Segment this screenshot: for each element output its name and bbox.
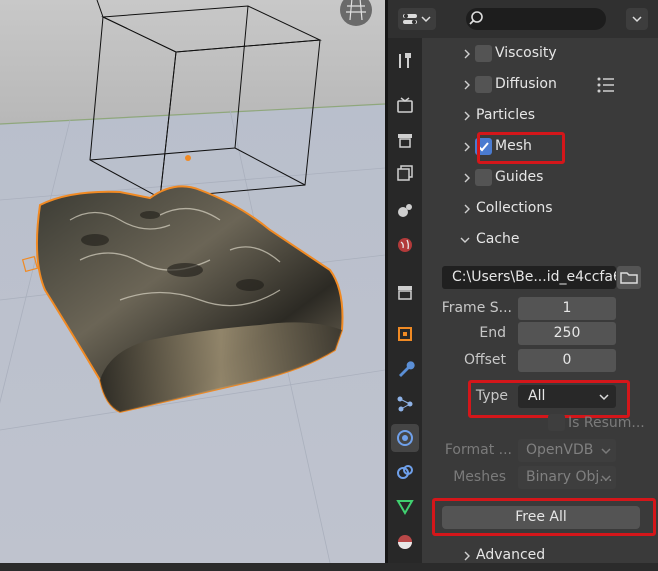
properties-header bbox=[388, 0, 658, 38]
subpanel-cache[interactable]: Cache bbox=[422, 225, 658, 255]
format-meshes-label: Meshes bbox=[453, 469, 506, 485]
list-options-icon[interactable] bbox=[596, 76, 616, 94]
frame-offset-field[interactable]: 0 bbox=[518, 349, 616, 372]
folder-icon bbox=[620, 272, 638, 284]
view-layer-icon bbox=[397, 165, 413, 181]
editor-type-icon bbox=[403, 14, 431, 24]
properties-editor: Viscosity Diffusion Particles Mesh Guide… bbox=[388, 0, 658, 563]
is-resumable-label: Is Resum... bbox=[568, 415, 645, 431]
tab-scene[interactable] bbox=[391, 196, 419, 224]
tab-physics[interactable] bbox=[391, 424, 419, 452]
tool-icon bbox=[399, 53, 411, 68]
search-icon bbox=[469, 11, 483, 25]
tab-collection[interactable] bbox=[391, 278, 419, 306]
tab-data[interactable] bbox=[391, 493, 419, 521]
data-icon bbox=[396, 500, 414, 515]
tab-material[interactable] bbox=[391, 528, 419, 556]
format-volumes-value: OpenVDB bbox=[526, 442, 594, 458]
subpanel-particles[interactable]: Particles bbox=[422, 101, 658, 131]
3d-viewport[interactable] bbox=[0, 0, 385, 563]
chevron-right-icon bbox=[464, 204, 470, 214]
viscosity-checkbox[interactable] bbox=[475, 45, 492, 62]
tab-object[interactable] bbox=[391, 320, 419, 348]
subpanel-viscosity[interactable]: Viscosity bbox=[422, 39, 658, 69]
chevron-right-icon bbox=[464, 142, 470, 152]
frame-start-field[interactable]: 1 bbox=[518, 297, 616, 320]
cache-directory-field[interactable]: C:\Users\Be...id_e4ccfa63 bbox=[442, 266, 616, 289]
chevron-down-icon bbox=[632, 16, 642, 23]
output-icon bbox=[398, 134, 412, 148]
guides-checkbox[interactable] bbox=[475, 169, 492, 186]
subpanel-label: Cache bbox=[476, 231, 520, 247]
physics-icon bbox=[397, 430, 413, 446]
tab-output[interactable] bbox=[391, 126, 419, 154]
tab-render[interactable] bbox=[391, 91, 419, 119]
chevron-right-icon bbox=[464, 80, 470, 90]
frame-end-label: End bbox=[479, 325, 506, 341]
subpanel-label: Guides bbox=[495, 169, 544, 185]
tab-view-layer[interactable] bbox=[391, 159, 419, 187]
subpanel-label: Collections bbox=[476, 200, 553, 216]
browse-folder-button[interactable] bbox=[617, 266, 641, 289]
subpanel-advanced[interactable]: Advanced bbox=[422, 541, 658, 571]
chevron-right-icon bbox=[464, 49, 470, 59]
subpanel-label: Diffusion bbox=[495, 76, 557, 92]
is-resumable-checkbox[interactable] bbox=[548, 414, 565, 431]
render-icon bbox=[397, 97, 413, 113]
chevron-right-icon bbox=[464, 173, 470, 183]
highlight-free-all bbox=[432, 498, 656, 536]
format-volumes-label: Format ... bbox=[444, 442, 512, 458]
viewport-scene bbox=[0, 0, 385, 563]
chevron-right-icon bbox=[464, 551, 470, 561]
diffusion-checkbox[interactable] bbox=[475, 76, 492, 93]
options-dropdown-button[interactable] bbox=[626, 8, 648, 30]
highlight-mesh bbox=[477, 132, 565, 164]
chevron-right-icon bbox=[464, 111, 470, 121]
frame-start-label: Frame S... bbox=[441, 300, 512, 316]
chevron-down-icon bbox=[460, 237, 470, 243]
collection-icon bbox=[398, 286, 412, 300]
fluid-settings-panel: Viscosity Diffusion Particles Mesh Guide… bbox=[422, 38, 658, 563]
material-icon bbox=[398, 535, 412, 549]
modifier-icon bbox=[399, 361, 415, 377]
editor-type-button[interactable] bbox=[398, 8, 436, 30]
chevron-down-icon bbox=[601, 475, 611, 482]
subpanel-diffusion[interactable]: Diffusion bbox=[422, 70, 658, 100]
constraints-icon bbox=[397, 465, 413, 479]
tab-world[interactable] bbox=[391, 231, 419, 259]
world-icon bbox=[398, 238, 412, 252]
properties-tabs bbox=[388, 38, 422, 563]
subpanel-label: Advanced bbox=[476, 547, 546, 563]
subpanel-collections[interactable]: Collections bbox=[422, 194, 658, 224]
frame-offset-label: Offset bbox=[463, 352, 506, 368]
chevron-down-icon bbox=[601, 448, 611, 455]
subpanel-label: Viscosity bbox=[495, 45, 557, 61]
subpanel-label: Particles bbox=[476, 107, 536, 123]
tab-particles[interactable] bbox=[391, 390, 419, 418]
particles-icon bbox=[397, 396, 413, 412]
tab-constraints[interactable] bbox=[391, 458, 419, 486]
scene-icon bbox=[398, 204, 412, 217]
frame-end-field[interactable]: 250 bbox=[518, 322, 616, 345]
format-volumes-dropdown[interactable]: OpenVDB bbox=[518, 439, 616, 462]
tab-tool[interactable] bbox=[391, 47, 419, 75]
subpanel-guides[interactable]: Guides bbox=[422, 163, 658, 193]
tab-modifiers[interactable] bbox=[391, 355, 419, 383]
highlight-type bbox=[468, 380, 630, 418]
format-meshes-dropdown[interactable]: Binary Obj... bbox=[518, 466, 616, 489]
object-icon bbox=[398, 327, 412, 341]
search-input[interactable] bbox=[466, 8, 606, 30]
